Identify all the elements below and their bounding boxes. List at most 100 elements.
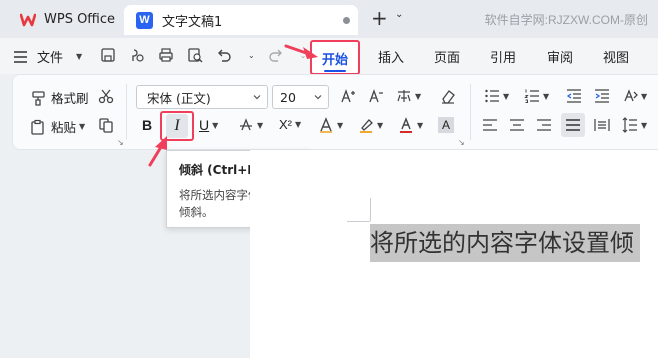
phonetic-guide-button[interactable]: ▼ (396, 88, 421, 104)
active-tab-indicator (324, 70, 346, 72)
grow-font-button[interactable] (340, 88, 356, 104)
file-menu-button[interactable]: 文件 ▼ (14, 47, 82, 66)
text-effect-icon (320, 117, 332, 133)
font-name-select[interactable]: 宋体 (正文) (136, 85, 268, 109)
format-painter-button[interactable]: 格式刷 (30, 88, 89, 107)
italic-button[interactable]: I (166, 114, 188, 138)
eraser-icon (442, 90, 455, 104)
increase-indent-button[interactable] (594, 88, 610, 104)
align-center-button[interactable] (509, 117, 525, 133)
document-tab-label: 文字文稿1 (162, 14, 223, 30)
quick-access-toolbar: ⌄ ⌄ ⌄ (100, 47, 329, 63)
increase-font-size-icon (341, 89, 355, 103)
tab-page[interactable]: 页面 (434, 47, 460, 66)
site-watermark: 软件自学网:RJZXW.COM-原创 (484, 13, 648, 27)
highlight-chevron-down-icon[interactable]: ▼ (377, 121, 383, 130)
document-tab[interactable]: W 文字文稿1 (124, 5, 358, 35)
clipboard-group-launcher-icon[interactable]: ↘ (117, 138, 124, 147)
writer-doc-icon: W (136, 11, 153, 29)
hamburger-icon (14, 50, 27, 63)
wps-office-tab-label: WPS Office (44, 12, 116, 27)
unsaved-dot-icon[interactable] (343, 17, 350, 24)
selected-document-text[interactable]: 将所选的内容字体设置倾 (370, 224, 640, 262)
justify-icon (566, 119, 580, 131)
bullets-chevron-down-icon[interactable]: ▼ (503, 92, 509, 101)
text-direction-chevron-down-icon[interactable]: ▼ (641, 92, 647, 101)
print-preview-icon[interactable] (187, 47, 203, 63)
bullets-button[interactable]: ▼ (484, 88, 509, 104)
indent-icon (595, 89, 609, 103)
ribbon-divider (470, 84, 471, 140)
text-direction-icon (624, 89, 638, 102)
new-tab-plus-icon[interactable]: + (371, 8, 388, 28)
highlighter-icon (360, 119, 373, 133)
decrease-indent-button[interactable] (566, 88, 582, 104)
format-painter-label: 格式刷 (51, 91, 89, 106)
paste-button[interactable]: 粘贴 ▼ (30, 117, 85, 136)
align-right-button[interactable] (536, 117, 552, 133)
align-center-icon (510, 119, 524, 131)
underline-button[interactable]: U ▼ (199, 117, 218, 133)
font-color-chevron-down-icon[interactable]: ▼ (417, 121, 423, 130)
superscript-label: X² (279, 117, 292, 132)
font-color-button[interactable]: ▼ (398, 117, 423, 133)
tab-start-label: 开始 (321, 53, 348, 68)
numbering-button[interactable]: ▼ (524, 88, 549, 104)
clear-formatting-button[interactable] (440, 88, 456, 104)
font-size-value: 20 (280, 89, 296, 105)
text-effects-chevron-down-icon[interactable]: ▼ (337, 121, 343, 130)
chevron-down-icon (314, 95, 322, 100)
font-name-value: 宋体 (正文) (147, 90, 211, 106)
save-icon[interactable] (100, 47, 116, 63)
tab-view[interactable]: 视图 (603, 47, 629, 66)
distribute-icon (594, 119, 610, 131)
undo-icon[interactable] (216, 47, 232, 63)
distributed-button[interactable] (594, 117, 610, 133)
paste-chevron-down-icon[interactable]: ▼ (79, 122, 85, 131)
page-margin-marker (370, 198, 371, 221)
file-menu-label: 文件 (37, 51, 64, 66)
copy-button[interactable] (98, 117, 114, 133)
clipboard-icon (31, 119, 44, 135)
export-pdf-icon[interactable] (129, 47, 145, 63)
wps-office-tab[interactable]: WPS Office (8, 5, 120, 34)
strikethrough-button[interactable]: ▼ (238, 117, 263, 133)
tab-references[interactable]: 引用 (490, 47, 516, 66)
align-left-icon (483, 119, 497, 131)
redo-icon[interactable] (268, 47, 284, 63)
tab-start[interactable]: 开始 (310, 40, 360, 75)
character-shading-button[interactable]: A (438, 117, 454, 133)
text-effects-button[interactable]: ▼ (318, 117, 343, 133)
line-spacing-button[interactable]: ▼ (622, 117, 647, 133)
numbering-chevron-down-icon[interactable]: ▼ (543, 92, 549, 101)
text-direction-button[interactable]: ▼ (622, 88, 647, 104)
justify-button[interactable] (561, 113, 585, 137)
cut-button[interactable] (98, 88, 114, 104)
redo-chevron-icon[interactable]: ⌄ (300, 51, 307, 60)
undo-chevron-icon[interactable]: ⌄ (248, 51, 255, 60)
superscript-chevron-down-icon[interactable]: ▼ (295, 120, 301, 129)
chevron-down-icon (253, 95, 261, 100)
page-margin-marker (347, 221, 370, 222)
bold-button[interactable]: B (142, 117, 152, 133)
highlight-button[interactable]: ▼ (358, 117, 383, 133)
shrink-font-button[interactable] (368, 88, 384, 104)
underline-label: U (199, 117, 210, 133)
numbered-list-icon (524, 89, 539, 103)
new-tab-chevron-down-icon[interactable]: ⌄ (395, 9, 403, 20)
superscript-button[interactable]: X² ▼ (279, 117, 301, 132)
print-icon[interactable] (158, 47, 174, 63)
home-ribbon (12, 74, 658, 150)
tab-review[interactable]: 审阅 (547, 47, 573, 66)
font-group-launcher-icon[interactable]: ↘ (458, 138, 465, 147)
tab-insert[interactable]: 插入 (378, 47, 404, 66)
line-spacing-chevron-down-icon[interactable]: ▼ (641, 121, 647, 130)
strikethrough-chevron-down-icon[interactable]: ▼ (257, 121, 263, 130)
underline-chevron-down-icon[interactable]: ▼ (212, 121, 218, 130)
phonetic-chevron-down-icon[interactable]: ▼ (415, 92, 421, 101)
scissors-icon (98, 89, 114, 104)
ribbon-divider (126, 84, 127, 140)
align-left-button[interactable] (482, 117, 498, 133)
strikethrough-icon (240, 118, 252, 131)
font-size-select[interactable]: 20 (272, 85, 329, 109)
